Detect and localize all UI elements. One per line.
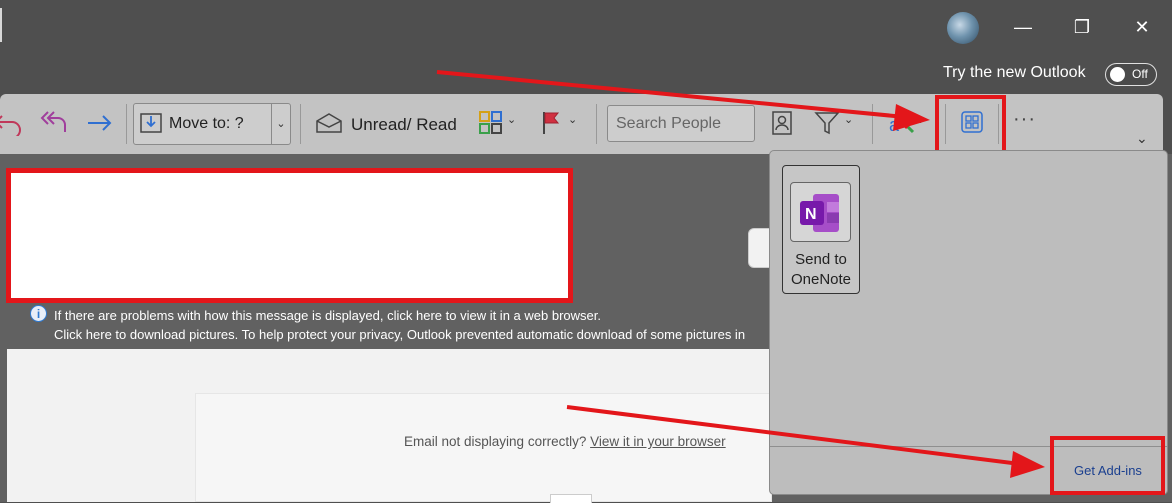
- annotation-arrowhead-bottom: [1010, 451, 1045, 478]
- annotation-arrow-bottom: [566, 405, 1021, 466]
- annotation-arrows: [436, 70, 1045, 478]
- annotation-arrow-top: [436, 70, 906, 119]
- annotation-arrowhead-top: [893, 104, 930, 131]
